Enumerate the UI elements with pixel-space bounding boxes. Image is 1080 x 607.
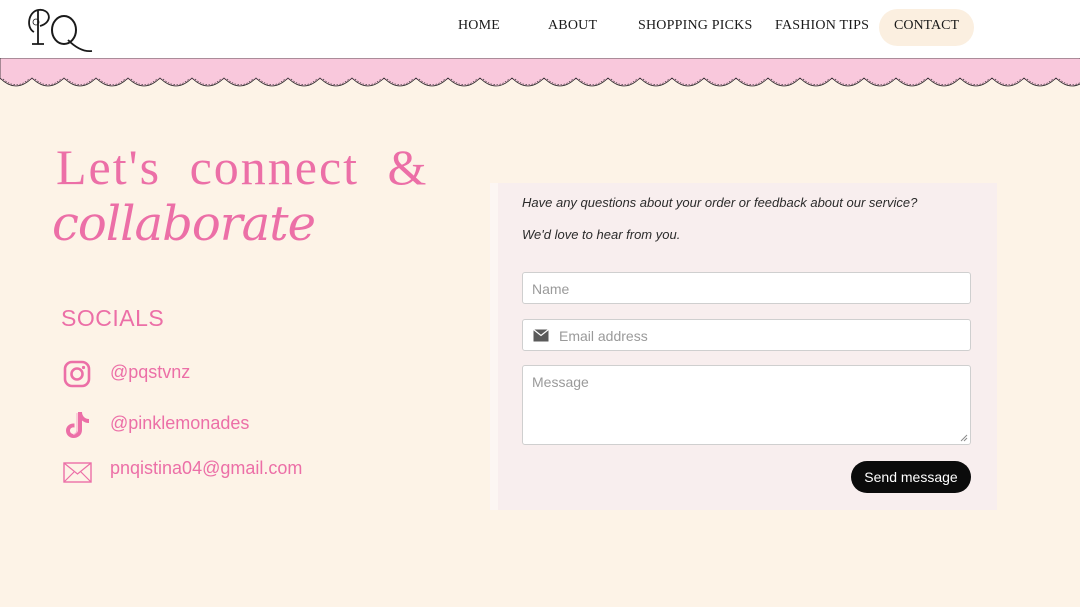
- nav-about[interactable]: ABOUT: [548, 18, 597, 34]
- hero-heading-line2: collaborate: [52, 196, 316, 252]
- email-field[interactable]: Email address: [522, 319, 971, 351]
- contact-form: Have any questions about your order or f…: [490, 183, 997, 510]
- scalloped-band: [0, 58, 1080, 87]
- email-address[interactable]: pnqistina04@gmail.com: [110, 458, 302, 479]
- socials-title: SOCIALS: [61, 305, 165, 331]
- send-message-button[interactable]: Send message: [851, 461, 971, 493]
- site-header: HOME ABOUT SHOPPING PICKS FASHION TIPS C…: [0, 0, 1080, 58]
- message-placeholder: Message: [532, 374, 589, 390]
- instagram-handle[interactable]: @pqstvnz: [110, 362, 190, 383]
- form-intro-note: We'd love to hear from you.: [522, 227, 681, 242]
- form-intro-question: Have any questions about your order or f…: [522, 195, 918, 210]
- email-placeholder: Email address: [559, 328, 648, 344]
- brand-logo[interactable]: [24, 4, 96, 54]
- nav-contact-label: CONTACT: [894, 18, 959, 33]
- tiktok-handle[interactable]: @pinklemonades: [110, 413, 249, 434]
- tiktok-icon: [66, 412, 89, 438]
- nav-fashion-tips[interactable]: FASHION TIPS: [775, 18, 869, 34]
- message-field[interactable]: Message: [522, 365, 971, 445]
- name-field[interactable]: Name: [522, 272, 971, 304]
- envelope-icon: [63, 462, 92, 483]
- nav-shopping-picks[interactable]: SHOPPING PICKS: [638, 18, 752, 34]
- nav-contact[interactable]: CONTACT: [879, 9, 974, 46]
- instagram-icon: [63, 360, 91, 388]
- nav-home[interactable]: HOME: [458, 18, 500, 34]
- pq-monogram-icon: [28, 9, 93, 53]
- name-placeholder: Name: [532, 281, 570, 297]
- mail-icon: [533, 329, 549, 342]
- hero-heading-line1: Let's connect &: [56, 139, 429, 195]
- resize-handle-icon[interactable]: [960, 434, 968, 442]
